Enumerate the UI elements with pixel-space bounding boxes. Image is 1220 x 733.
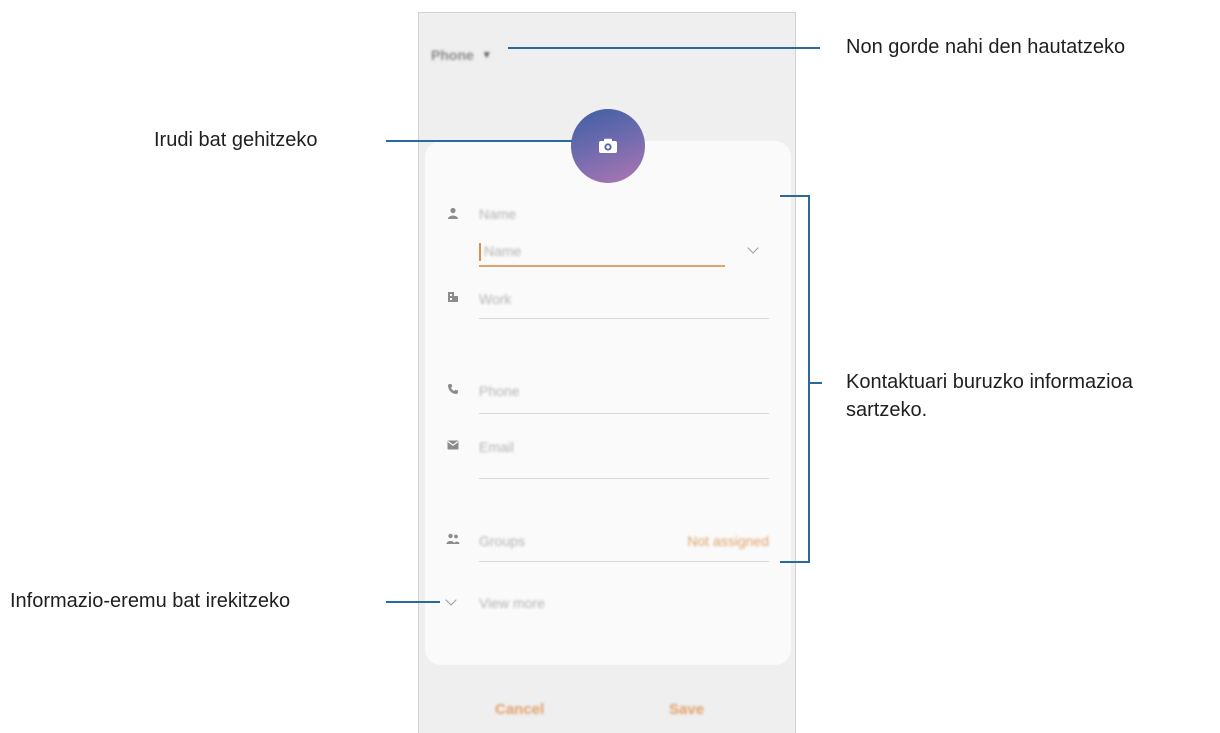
caret-down-icon: ▼ xyxy=(481,49,492,61)
work-underline xyxy=(479,318,769,319)
text-cursor xyxy=(479,243,481,261)
groups-row[interactable]: Groups Not assigned xyxy=(479,531,769,567)
chevron-down-icon[interactable] xyxy=(747,242,759,254)
name-label: Name xyxy=(479,206,517,222)
callout-image: Irudi bat gehitzeko xyxy=(154,129,318,151)
storage-selector-label: Phone xyxy=(431,47,474,63)
building-icon xyxy=(445,289,461,305)
add-photo-button[interactable] xyxy=(571,109,645,183)
bracket-vertical xyxy=(808,195,810,563)
people-icon xyxy=(445,531,461,547)
view-more-button[interactable]: View more xyxy=(445,593,585,617)
storage-selector[interactable]: Phone ▼ xyxy=(431,43,492,67)
groups-label: Groups xyxy=(479,533,525,549)
callout-contact-info-line2: sartzeko. xyxy=(846,399,928,421)
callout-contact-info: Kontaktuari buruzko informazioa sartzeko… xyxy=(846,368,1133,424)
chevron-down-icon xyxy=(445,594,457,606)
callout-storage: Non gorde nahi den hautatzeko xyxy=(846,36,1126,58)
work-field[interactable]: Work xyxy=(479,291,511,307)
callout-contact-info-line1: Kontaktuari buruzko informazioa xyxy=(846,371,1133,393)
save-button[interactable]: Save xyxy=(669,701,704,718)
name-input-placeholder: Name xyxy=(484,243,522,259)
cancel-button[interactable]: Cancel xyxy=(495,701,544,718)
open-field-leader-line xyxy=(386,601,440,603)
name-input-underline xyxy=(479,265,725,267)
envelope-icon xyxy=(445,437,461,453)
groups-underline xyxy=(479,561,769,562)
email-underline xyxy=(479,478,769,479)
phone-icon xyxy=(445,381,461,397)
callout-open-field: Informazio-eremu bat irekitzeko xyxy=(10,590,291,612)
phone-field[interactable]: Phone xyxy=(479,383,519,399)
image-leader-line xyxy=(386,140,572,142)
name-input[interactable]: Name xyxy=(479,239,725,267)
bracket-top xyxy=(780,195,810,197)
bracket-tick xyxy=(808,382,822,384)
phone-screen: Phone ▼ Name Name Work Phone Email Group… xyxy=(418,12,796,733)
camera-icon xyxy=(598,138,618,154)
person-icon xyxy=(445,205,461,221)
phone-underline xyxy=(479,413,769,414)
bracket-bottom xyxy=(780,561,810,563)
view-more-label: View more xyxy=(479,595,545,611)
email-field[interactable]: Email xyxy=(479,439,514,455)
groups-value: Not assigned xyxy=(687,533,769,549)
contact-form-card: Name Name Work Phone Email Groups Not as… xyxy=(425,141,791,665)
storage-leader-line xyxy=(508,47,820,49)
